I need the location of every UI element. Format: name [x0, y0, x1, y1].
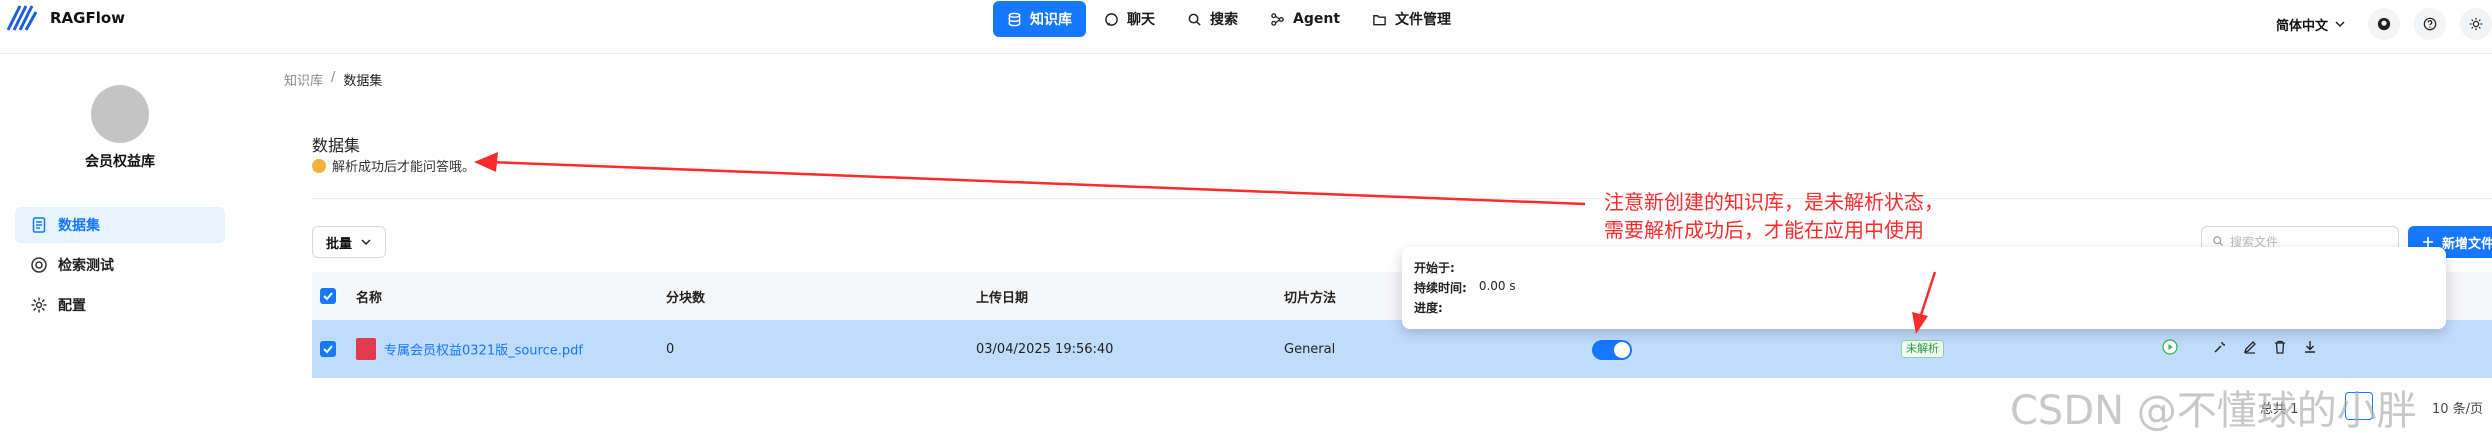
arrow-head-tip: [474, 152, 498, 172]
row-date-cell: 03/04/2025 19:56:40: [976, 341, 1114, 357]
nav-file-management[interactable]: 文件管理: [1358, 1, 1465, 37]
database-icon: [1008, 12, 1021, 26]
popover-duration-value: 0.00 s: [1478, 279, 1516, 293]
wrench-icon[interactable]: [2212, 339, 2228, 355]
batch-label: 批量: [325, 236, 352, 252]
breadcrumb-separator: /: [331, 70, 336, 85]
folder-icon: [1373, 14, 1386, 25]
nav-label: 聊天: [1127, 12, 1155, 28]
sidebar-item-label: 检索测试: [58, 258, 114, 274]
top-header: RAGFlow 知识库 聊天 搜索 Agent 文件管理 简体中文: [0, 0, 2492, 54]
popover-progress-line: 进度:: [1414, 299, 2434, 319]
popover-start-label: 开始于:: [1414, 261, 1455, 275]
page-title: 数据集: [312, 136, 361, 155]
language-selector[interactable]: 简体中文: [2276, 15, 2346, 34]
download-icon[interactable]: [2302, 339, 2318, 355]
enable-toggle[interactable]: [1592, 340, 1632, 360]
parse-status-badge[interactable]: 未解析: [1901, 340, 1944, 358]
nav-agent[interactable]: Agent: [1256, 1, 1354, 37]
play-icon[interactable]: [2162, 339, 2178, 355]
sidebar-menu: 数据集 检索测试 配置: [15, 207, 225, 327]
nav-search[interactable]: 搜索: [1173, 1, 1252, 37]
popover-progress-label: 进度:: [1414, 301, 1443, 315]
help-icon: [2423, 17, 2437, 31]
row-name-cell: 专属会员权益0321版_source.pdf: [356, 338, 583, 360]
search-icon: [2213, 236, 2223, 246]
col-header-chunks[interactable]: 分块数: [666, 287, 705, 306]
sidebar-item-dataset[interactable]: 数据集: [15, 207, 225, 243]
parse-tip: 解析成功后才能问答哦。: [312, 156, 475, 175]
watermark: CSDN @不懂球的小胖: [2010, 388, 2417, 434]
popover-duration-line: 持续时间: 0.00 s: [1414, 279, 2434, 299]
document-icon: [32, 217, 46, 233]
chevron-down-icon: [2335, 21, 2345, 28]
kb-avatar: [91, 85, 149, 143]
col-header-upload-date[interactable]: 上传日期: [976, 287, 1028, 306]
sidebar-item-retrieval-test[interactable]: 检索测试: [15, 247, 225, 283]
annotation-line-2: 需要解析成功后，才能在应用中使用: [1604, 218, 1924, 242]
nav-label: 搜索: [1210, 12, 1238, 28]
sidebar-item-config[interactable]: 配置: [15, 287, 225, 323]
nav-label: 知识库: [1030, 12, 1072, 28]
nav-chat[interactable]: 聊天: [1090, 1, 1169, 37]
sidebar-item-label: 数据集: [58, 218, 100, 234]
delete-icon[interactable]: [2272, 339, 2288, 355]
github-icon: [2377, 17, 2391, 31]
nav-knowledge-base[interactable]: 知识库: [993, 1, 1086, 37]
breadcrumb-current: 数据集: [343, 74, 383, 89]
col-header-name[interactable]: 名称: [356, 287, 382, 306]
main-nav: 知识库 聊天 搜索 Agent 文件管理: [993, 1, 1465, 37]
pdf-file-icon: [356, 338, 376, 360]
select-all-checkbox[interactable]: [320, 288, 336, 304]
annotation-line-1: 注意新创建的知识库，是未解析状态，: [1604, 190, 1944, 214]
add-file-label: 新增文件: [2442, 236, 2492, 252]
row-checkbox[interactable]: [320, 341, 336, 357]
breadcrumb-root[interactable]: 知识库: [284, 70, 323, 89]
search-icon: [1188, 13, 1201, 26]
ragflow-logo-icon: [6, 5, 38, 31]
sidebar-item-label: 配置: [58, 298, 86, 314]
nav-label: Agent: [1293, 11, 1341, 27]
file-name-link[interactable]: 专属会员权益0321版_source.pdf: [384, 344, 583, 359]
check-icon: [323, 292, 333, 301]
check-icon: [323, 345, 333, 354]
row-method-cell[interactable]: General: [1284, 342, 1335, 357]
app-name: RAGFlow: [50, 9, 126, 27]
section-divider: [312, 198, 2492, 199]
col-header-chunk-method[interactable]: 切片方法: [1284, 287, 1336, 306]
edit-icon[interactable]: [2242, 339, 2258, 355]
chat-icon: [1105, 12, 1118, 26]
nav-label: 文件管理: [1395, 12, 1452, 28]
parse-progress-popover: 开始于: 持续时间: 0.00 s 进度:: [1402, 247, 2446, 329]
annotation-note: 注意新创建的知识库，是未解析状态， 需要解析成功后，才能在应用中使用: [1604, 188, 1944, 244]
popover-start-line: 开始于:: [1414, 259, 2434, 279]
kb-sidebar: 会员权益库 数据集 检索测试 配置: [0, 55, 260, 443]
sun-icon: [2469, 17, 2483, 31]
breadcrumb: 知识库 / 数据集: [284, 70, 382, 89]
chevron-down-icon: [361, 239, 371, 246]
page-size-selector[interactable]: 10 条/页: [2432, 398, 2483, 417]
gear-icon: [31, 297, 47, 313]
theme-toggle-button[interactable]: [2460, 8, 2492, 40]
batch-button[interactable]: 批量: [312, 226, 386, 258]
agent-icon: [1271, 12, 1284, 26]
parse-tip-text: 解析成功后才能问答哦。: [332, 160, 476, 175]
header-tools: 简体中文: [2276, 8, 2492, 40]
target-icon: [31, 257, 47, 273]
brand[interactable]: RAGFlow: [6, 4, 125, 32]
row-chunks-cell: 0: [666, 341, 675, 357]
github-button[interactable]: [2368, 8, 2400, 40]
help-button[interactable]: [2414, 8, 2446, 40]
language-label: 简体中文: [2275, 18, 2328, 34]
smile-icon: [312, 158, 326, 173]
popover-duration-label: 持续时间:: [1414, 281, 1467, 295]
kb-name: 会员权益库: [85, 154, 155, 170]
row-actions: [2162, 339, 2318, 355]
